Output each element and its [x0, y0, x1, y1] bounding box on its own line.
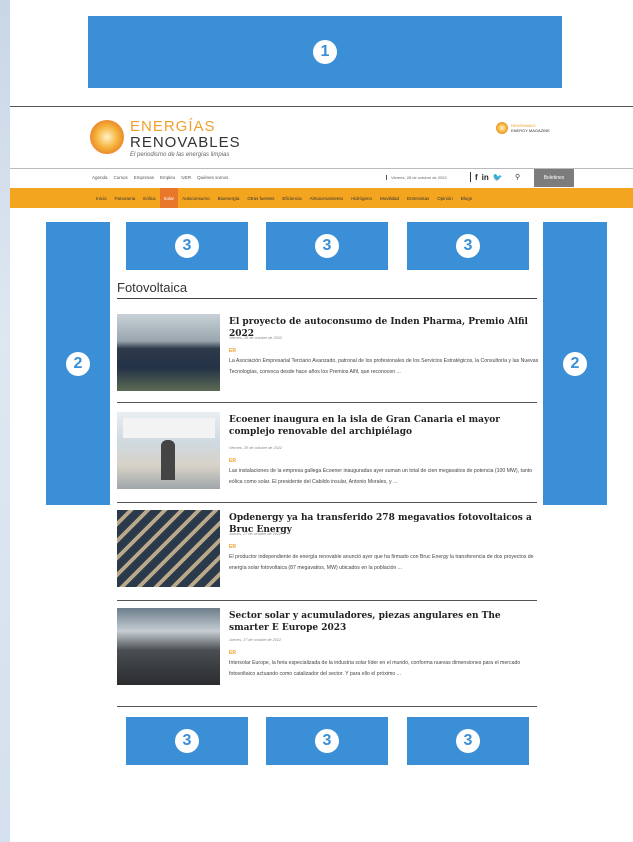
- article-item: Sector solar y acumuladores, piezas angu…: [117, 608, 537, 710]
- article-author: ER: [229, 544, 236, 550]
- current-date: Viernes, 28 de octubre de 2022: [386, 175, 447, 180]
- nav-item-otras-fuentes[interactable]: Otras fuentes: [243, 188, 278, 208]
- article-item: Ecoener inaugura en la isla de Gran Cana…: [117, 412, 537, 504]
- article-excerpt: Las instalaciones de la empresa gallega …: [229, 468, 533, 485]
- utility-link-cursos[interactable]: Cursos: [114, 175, 128, 180]
- article-divider: [117, 600, 537, 601]
- facebook-icon[interactable]: f: [475, 173, 478, 182]
- article-divider: [117, 706, 537, 707]
- nav-item-eolica[interactable]: Eólica: [139, 188, 159, 208]
- speaker-figure: [161, 440, 175, 480]
- ad-slot-number: 3: [315, 234, 339, 258]
- article-thumbnail[interactable]: [117, 510, 220, 587]
- article-item: El proyecto de autoconsumo de Inden Phar…: [117, 314, 539, 404]
- social-links: f in 🐦: [470, 172, 503, 182]
- ad-slot-number: 3: [456, 729, 480, 753]
- article-title[interactable]: Sector solar y acumuladores, piezas angu…: [229, 610, 539, 634]
- nav-item-entrevistas[interactable]: Entrevistas: [403, 188, 433, 208]
- linkedin-icon[interactable]: in: [482, 173, 489, 182]
- ad-slot-upper-1[interactable]: 3: [126, 222, 248, 270]
- twitter-icon[interactable]: 🐦: [493, 173, 503, 182]
- utility-link-agenda[interactable]: Agenda: [92, 175, 108, 180]
- nav-item-hidrogeno[interactable]: Hidrógeno: [347, 188, 376, 208]
- sun-logo-icon: [90, 120, 124, 154]
- brand-name-line1: ENERGÍAS: [130, 118, 216, 135]
- nav-item-opinion[interactable]: Opinión: [433, 188, 457, 208]
- article-author: ER: [229, 348, 236, 354]
- utility-link-quienes-somos[interactable]: Quiénes somos: [197, 175, 228, 180]
- article-excerpt: La Asociación Empresarial Terciario Avan…: [229, 358, 539, 375]
- partner-logo-line2: ENERGY MAGAZINE: [511, 128, 550, 133]
- ad-slot-number: 2: [66, 351, 90, 376]
- article-item: Opdenergy ya ha transferido 278 megavati…: [117, 510, 537, 602]
- newsletter-button[interactable]: Boletines: [534, 169, 574, 187]
- ad-slot-lower-3[interactable]: 3: [407, 717, 529, 765]
- partner-logo[interactable]: RENEWABLE ENERGY MAGAZINE: [496, 122, 550, 134]
- sun-small-icon: [496, 122, 508, 134]
- nav-item-blogs[interactable]: Blogs: [457, 188, 476, 208]
- nav-item-inicio[interactable]: Inicio: [92, 188, 111, 208]
- event-banner: [123, 418, 215, 438]
- utility-link-empresas[interactable]: Empresas: [134, 175, 154, 180]
- article-divider: [117, 402, 537, 403]
- search-icon[interactable]: ⚲: [515, 173, 520, 181]
- brand-tagline: El periodismo de las energías limpias: [130, 152, 230, 158]
- ad-slot-number: 3: [175, 729, 199, 753]
- article-date: Jueves, 27 de octubre de 2022: [229, 638, 282, 642]
- utility-links: Agenda Cursos Empresas Empleo tvER Quién…: [92, 175, 228, 180]
- ad-slot-number: 3: [456, 234, 480, 258]
- divider: [470, 172, 471, 182]
- ad-slot-top[interactable]: 1: [88, 16, 562, 88]
- ad-slot-lower-2[interactable]: 3: [266, 717, 388, 765]
- brand-name-line2: RENOVABLES: [130, 134, 241, 151]
- ad-slot-number: 2: [563, 351, 587, 376]
- nav-item-eficiencia[interactable]: Eficiencia: [278, 188, 305, 208]
- ad-slot-lower-1[interactable]: 3: [126, 717, 248, 765]
- ad-slot-number: 3: [175, 234, 199, 258]
- article-date: Jueves, 27 de octubre de 2022: [229, 532, 282, 536]
- article-excerpt: El productor independiente de energía re…: [229, 554, 534, 571]
- header-divider: [10, 106, 633, 107]
- section-title: Fotovoltaica: [117, 280, 188, 295]
- nav-item-autoconsumo[interactable]: Autoconsumo: [178, 188, 214, 208]
- nav-item-solar[interactable]: Solar: [159, 188, 179, 208]
- page: 1 ENERGÍAS RENOVABLES El periodismo de l…: [10, 0, 633, 842]
- ad-slot-upper-2[interactable]: 3: [266, 222, 388, 270]
- article-author: ER: [229, 458, 236, 464]
- article-excerpt: Intersolar Europe, la feria especializad…: [229, 660, 521, 677]
- nav-item-panorama[interactable]: Panorama: [111, 188, 140, 208]
- nav-item-bioenergia[interactable]: Bioenergía: [214, 188, 244, 208]
- ad-slot-number: 3: [315, 729, 339, 753]
- ad-slot-right[interactable]: 2: [543, 222, 607, 505]
- nav-item-almacenamiento[interactable]: Almacenamiento: [306, 188, 348, 208]
- utility-link-empleo[interactable]: Empleo: [160, 175, 175, 180]
- article-divider: [117, 502, 537, 503]
- section-divider: [117, 298, 537, 299]
- article-thumbnail[interactable]: [117, 608, 220, 685]
- article-date: Viernes, 28 de octubre de 2022: [229, 336, 282, 340]
- utility-nav: Agenda Cursos Empresas Empleo tvER Quién…: [10, 168, 633, 189]
- article-thumbnail[interactable]: [117, 412, 220, 489]
- article-thumbnail[interactable]: [117, 314, 220, 391]
- ad-slot-number: 1: [313, 40, 337, 64]
- utility-link-tver[interactable]: tvER: [181, 175, 191, 180]
- nav-item-movilidad[interactable]: Movilidad: [376, 188, 403, 208]
- article-title[interactable]: Ecoener inaugura en la isla de Gran Cana…: [229, 414, 539, 438]
- ad-slot-left[interactable]: 2: [46, 222, 110, 505]
- article-date: Viernes, 28 de octubre de 2022: [229, 446, 282, 450]
- ad-slot-upper-3[interactable]: 3: [407, 222, 529, 270]
- article-author: ER: [229, 650, 236, 656]
- main-nav: Inicio Panorama Eólica Solar Autoconsumo…: [10, 188, 633, 208]
